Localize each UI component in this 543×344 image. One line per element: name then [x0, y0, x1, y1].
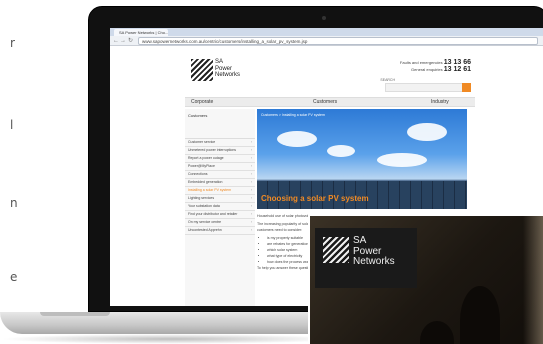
search-button[interactable]	[462, 83, 471, 92]
sidebar-item[interactable]: Your substation data	[185, 203, 255, 211]
laptop-notch	[40, 312, 110, 316]
sidebar-item[interactable]: Connections	[185, 171, 255, 179]
arrow-right-icon[interactable]: →	[120, 37, 126, 45]
site-logo[interactable]: SA Power Networks	[191, 57, 251, 85]
sidebar-item[interactable]: Unmetered power interruptions	[185, 147, 255, 155]
person-silhouette	[460, 286, 500, 344]
hero-banner: Customers > Installing a solar PV system…	[257, 109, 467, 209]
nav-customers[interactable]: Customers	[313, 98, 337, 107]
browser-tab[interactable]: SA Power Networks | Cho...	[114, 29, 168, 36]
search-input[interactable]	[385, 83, 471, 92]
faults-number: 13 13 66	[443, 59, 471, 66]
logo-line: Networks	[215, 72, 241, 78]
sidebar-item[interactable]: Uncontested Apprehn	[185, 227, 255, 235]
sidebar-item[interactable]: Report a power outage	[185, 155, 255, 163]
address-bar[interactable]: www.sapowernetworks.com.au/centric/custo…	[138, 37, 538, 45]
sidebar-item[interactable]: Lighting services	[185, 195, 255, 203]
photo-logo-line: Networks	[353, 256, 395, 267]
left-text-char: n	[10, 196, 18, 210]
hero-breadcrumb: Customers > Installing a solar PV system	[261, 113, 325, 117]
logo-stripes-icon	[323, 237, 349, 263]
cloud-shape	[377, 153, 427, 167]
cropped-left-text: r l n e	[0, 0, 30, 300]
laptop-shadow	[0, 334, 340, 344]
left-text-char: l	[10, 118, 14, 132]
arrow-left-icon[interactable]: ←	[113, 37, 119, 45]
sidebar-item-active[interactable]: Installing a solar PV system	[185, 187, 255, 195]
page-title: Choosing a solar PV system	[261, 194, 369, 203]
nav-corporate[interactable]: Corporate	[191, 98, 213, 107]
nav-industry[interactable]: Industry	[431, 98, 449, 107]
browser-tab-strip: SA Power Networks | Cho...	[110, 28, 543, 36]
sidebar-heading: Customers	[185, 109, 255, 139]
photo-logo-line: SA	[353, 235, 367, 246]
photo-logo-text: SA Power Networks	[353, 235, 395, 268]
webcam-icon	[322, 16, 326, 20]
sidebar-item[interactable]: Power@MyPlace	[185, 163, 255, 171]
left-text-char: r	[10, 36, 15, 50]
cloud-shape	[277, 131, 317, 147]
cloud-shape	[407, 123, 447, 141]
photo-logo-sign: SA Power Networks	[315, 228, 417, 288]
window-light	[523, 216, 543, 344]
left-text-char: e	[10, 270, 18, 284]
promo-stage: r l n e SA Power Networks | Cho... ← → ↻…	[0, 0, 543, 344]
contact-numbers: Faults and emergencies 13 13 66 General …	[400, 59, 471, 73]
event-photo: SA Power Networks	[308, 214, 543, 344]
logo-stripes-icon	[191, 59, 213, 81]
main-nav: Corporate Customers Industry	[185, 97, 475, 107]
general-label: General enquiries	[411, 67, 443, 72]
person-silhouette	[420, 321, 454, 344]
faults-label: Faults and emergencies	[399, 60, 443, 65]
general-number: 13 12 61	[443, 66, 471, 73]
sidebar: Customers Customer service Unmetered pow…	[185, 109, 255, 306]
browser-toolbar: ← → ↻ www.sapowernetworks.com.au/centric…	[110, 36, 543, 46]
reload-icon[interactable]: ↻	[128, 37, 133, 45]
sidebar-item[interactable]: Embedded generation	[185, 179, 255, 187]
sidebar-item[interactable]: Find your distributor and retailer	[185, 211, 255, 219]
logo-text: SA Power Networks	[215, 59, 240, 79]
sidebar-item[interactable]: On my service centre	[185, 219, 255, 227]
sidebar-item[interactable]: Customer service	[185, 139, 255, 147]
cloud-shape	[327, 145, 355, 157]
search-label: SEARCH	[380, 78, 395, 82]
